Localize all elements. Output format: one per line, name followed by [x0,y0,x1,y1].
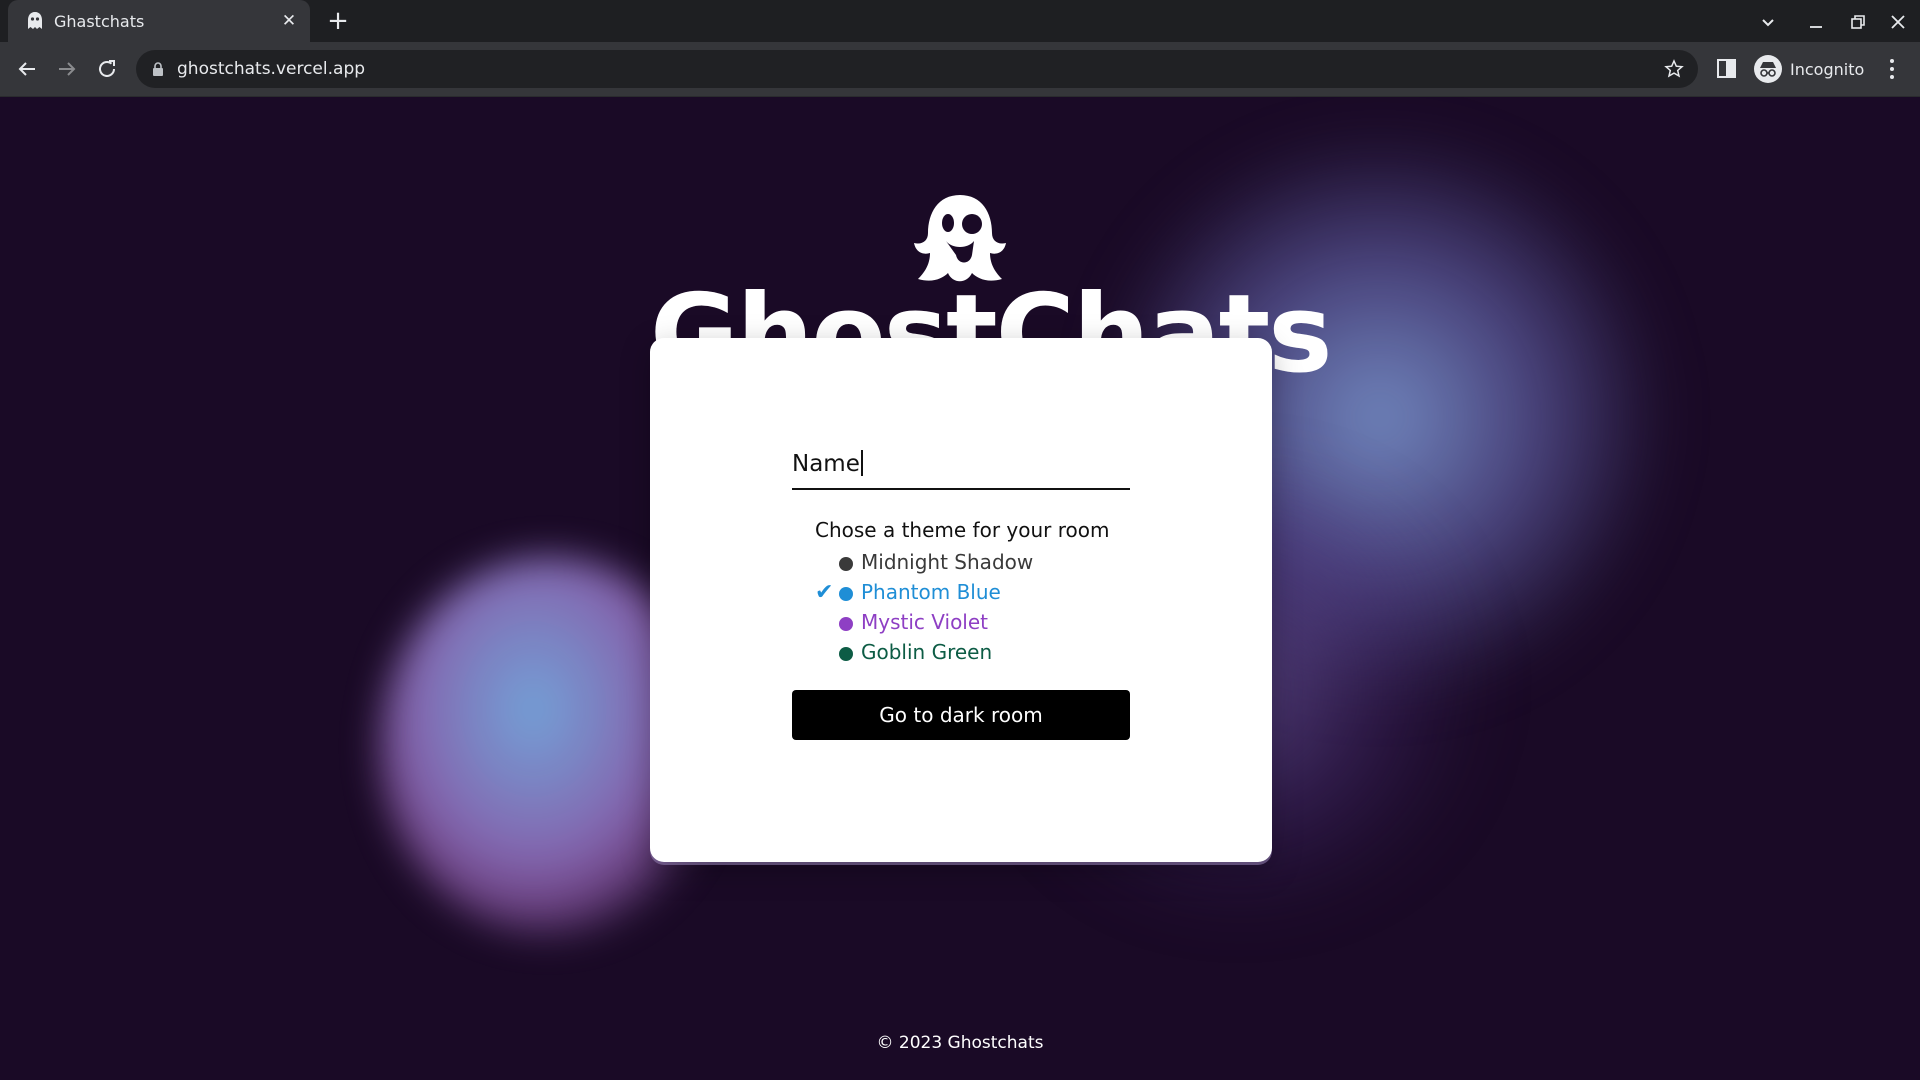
theme-option-mystic-violet[interactable]: Mystic Violet [815,609,1115,637]
name-input-value[interactable]: Name [792,450,863,477]
theme-color-dot [839,587,853,601]
theme-option-midnight-shadow[interactable]: Midnight Shadow [815,549,1115,577]
page-viewport: GhostChats Name Chose a theme for your r… [0,97,1920,1080]
tab-strip: Ghastchats ✕ + [0,0,1920,42]
incognito-profile-button[interactable]: Incognito [1752,50,1894,88]
restore-icon[interactable] [1846,10,1870,34]
go-to-dark-room-button[interactable]: Go to dark room [792,690,1130,740]
footer-copyright: © 2023 Ghostchats [876,1033,1044,1053]
theme-color-dot [839,617,853,631]
address-bar[interactable]: ghostchats.vercel.app [136,50,1698,88]
browser-toolbar: ghostchats.vercel.app Incognito [0,42,1920,97]
theme-option-label[interactable]: Phantom Blue [861,580,1001,604]
theme-heading: Chose a theme for your room [815,518,1110,542]
ghost-favicon-icon [28,12,42,29]
forward-icon[interactable] [55,57,79,81]
reload-icon[interactable] [95,57,119,81]
theme-option-label[interactable]: Goblin Green [861,640,992,664]
tab-close-icon[interactable]: ✕ [280,12,298,30]
join-card: Name Chose a theme for your room Midnigh… [650,338,1272,862]
tab-search-icon[interactable] [1756,10,1780,34]
theme-option-goblin-green[interactable]: Goblin Green [815,639,1115,667]
minimize-icon[interactable] [1804,10,1828,34]
incognito-label: Incognito [1790,60,1865,79]
side-panel-icon[interactable] [1714,56,1740,82]
theme-option-label[interactable]: Mystic Violet [861,610,988,634]
close-window-icon[interactable] [1886,10,1910,34]
bookmark-star-icon[interactable] [1664,59,1684,79]
name-input[interactable]: Name [792,448,1130,490]
tab-title: Ghastchats [54,12,145,31]
theme-option-label[interactable]: Midnight Shadow [861,550,1033,574]
theme-color-dot [839,557,853,571]
theme-color-dot [839,647,853,661]
browser-tab[interactable]: Ghastchats ✕ [8,0,310,42]
back-icon[interactable] [15,57,39,81]
check-icon: ✔ [815,580,834,605]
url-text[interactable]: ghostchats.vercel.app [177,59,365,79]
more-menu-icon[interactable] [1880,56,1904,82]
incognito-icon [1754,55,1782,83]
theme-option-phantom-blue[interactable]: ✔ Phantom Blue [815,579,1115,607]
lock-icon[interactable] [150,61,166,77]
text-caret [860,450,863,476]
new-tab-icon[interactable]: + [326,8,350,34]
